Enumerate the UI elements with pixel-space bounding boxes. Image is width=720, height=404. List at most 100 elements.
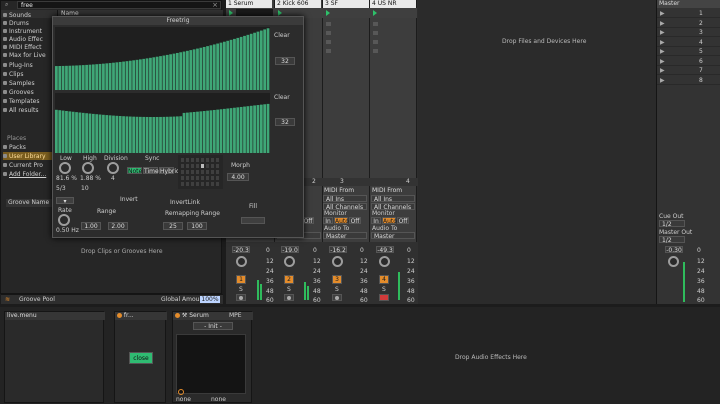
step-bar[interactable] <box>61 110 65 153</box>
step-bar[interactable] <box>91 113 95 153</box>
arm-button-4[interactable] <box>379 294 389 301</box>
step-bar[interactable] <box>246 106 250 153</box>
step-bar[interactable] <box>226 40 230 90</box>
step-bar[interactable] <box>236 37 240 90</box>
arm-button-2[interactable] <box>284 294 294 301</box>
pad-cell[interactable] <box>206 164 209 168</box>
high-knob[interactable] <box>82 162 94 174</box>
pad-cell[interactable] <box>211 158 214 162</box>
scene-launch-3[interactable]: ▶ 3 <box>657 29 720 37</box>
monitor-off-3[interactable]: Off <box>349 217 361 225</box>
pad-cell[interactable] <box>201 158 204 162</box>
clear-button-bottom[interactable]: Clear <box>274 95 290 101</box>
place-current-project[interactable]: Current Pro <box>3 161 55 169</box>
step-bar[interactable] <box>233 38 236 90</box>
category-midi-effects[interactable]: MIDI Effect <box>3 43 55 51</box>
sync-time-button[interactable]: Time <box>143 167 159 175</box>
track-2-title[interactable]: 2 Kick 606 <box>275 0 321 8</box>
step-bar[interactable] <box>206 46 209 90</box>
step-bar[interactable] <box>81 65 85 90</box>
step-bar[interactable] <box>105 63 109 90</box>
knob-icon[interactable] <box>178 389 184 395</box>
category-templates[interactable]: Templates <box>3 97 55 105</box>
step-bar[interactable] <box>115 62 119 90</box>
param-none-b[interactable]: none <box>211 397 226 403</box>
volume-readout-3[interactable]: -16.2 <box>329 246 347 254</box>
scene-play-icon[interactable]: ▶ <box>660 68 665 74</box>
step-bar[interactable] <box>102 114 105 153</box>
pad-grid[interactable] <box>178 155 223 189</box>
sync-hybrid-button[interactable]: Hybrid <box>159 167 180 175</box>
track-4-title[interactable]: 4 US NR <box>370 0 416 8</box>
pad-cell[interactable] <box>186 182 189 186</box>
step-bar[interactable] <box>209 110 213 153</box>
scene-play-icon[interactable]: ▶ <box>660 20 665 27</box>
drop-area[interactable]: Drop Files and Devices Here <box>418 0 656 304</box>
monitor-off-4[interactable]: Off <box>397 217 409 225</box>
step-bar[interactable] <box>196 111 199 153</box>
monitor-auto-4[interactable]: Auto <box>382 217 397 225</box>
step-bar[interactable] <box>169 54 172 90</box>
remap-from[interactable]: 25 <box>163 222 183 230</box>
step-bar[interactable] <box>61 65 65 90</box>
step-bar[interactable] <box>152 117 156 153</box>
step-bar[interactable] <box>219 42 223 90</box>
step-bar[interactable] <box>229 39 233 90</box>
pad-cell[interactable] <box>186 170 189 174</box>
step-bar[interactable] <box>135 116 139 153</box>
step-bar[interactable] <box>192 111 196 153</box>
clip-slot-stop[interactable] <box>373 22 378 26</box>
step-bar[interactable] <box>81 112 85 153</box>
step-bar[interactable] <box>249 105 253 153</box>
pad-cell[interactable] <box>216 182 219 186</box>
step-bar[interactable] <box>179 116 183 153</box>
step-bar[interactable] <box>175 52 179 90</box>
step-bar[interactable] <box>58 66 62 90</box>
sync-note-button[interactable]: Note <box>127 167 142 175</box>
step-bar[interactable] <box>239 36 243 90</box>
step-bar[interactable] <box>132 60 136 90</box>
step-bar[interactable] <box>172 116 176 153</box>
clip-slot-stop[interactable] <box>326 40 331 44</box>
pad-cell[interactable] <box>216 158 219 162</box>
pad-cell[interactable] <box>211 170 214 174</box>
pad-cell[interactable] <box>191 158 194 162</box>
close-button[interactable]: close <box>129 352 153 364</box>
step-bar[interactable] <box>55 109 58 153</box>
step-bar[interactable] <box>236 107 240 153</box>
clip-slot-stop[interactable] <box>373 31 378 35</box>
step-bar[interactable] <box>162 55 166 90</box>
pad-cell[interactable] <box>201 164 204 168</box>
range-from[interactable]: 1.00 <box>81 222 101 230</box>
pad-cell[interactable] <box>201 170 204 174</box>
morph-xy-pad[interactable] <box>178 155 223 189</box>
step-bar[interactable] <box>212 44 216 90</box>
step-count-top[interactable]: 32 <box>275 57 295 65</box>
pad-cell[interactable] <box>181 182 184 186</box>
cue-out-select[interactable]: 1/2 <box>659 220 685 228</box>
place-packs[interactable]: Packs <box>3 143 55 151</box>
track-3-clip-slot[interactable] <box>323 8 370 18</box>
step-bar[interactable] <box>98 63 102 90</box>
global-amount-value[interactable]: 100% <box>200 296 220 303</box>
step-bar[interactable] <box>68 65 72 90</box>
pad-cell[interactable] <box>206 158 209 162</box>
step-bar[interactable] <box>78 65 82 90</box>
step-bar[interactable] <box>159 116 162 153</box>
step-bar[interactable] <box>165 54 169 90</box>
step-bar[interactable] <box>91 64 95 90</box>
scene-play-icon[interactable]: ▶ <box>660 49 665 55</box>
step-bar[interactable] <box>75 65 78 90</box>
step-bar[interactable] <box>189 50 193 90</box>
pan-knob-3[interactable] <box>332 256 343 267</box>
pad-cell[interactable] <box>196 158 199 162</box>
step-bar[interactable] <box>226 108 230 154</box>
step-bar[interactable] <box>122 61 125 90</box>
step-bar[interactable] <box>263 29 267 90</box>
place-add-folder[interactable]: Add Folder... <box>3 170 55 178</box>
step-bar[interactable] <box>95 114 99 153</box>
step-bar[interactable] <box>159 56 162 90</box>
serum-plugin-view[interactable] <box>176 334 246 395</box>
step-bar[interactable] <box>209 45 213 90</box>
step-bar[interactable] <box>145 58 149 90</box>
